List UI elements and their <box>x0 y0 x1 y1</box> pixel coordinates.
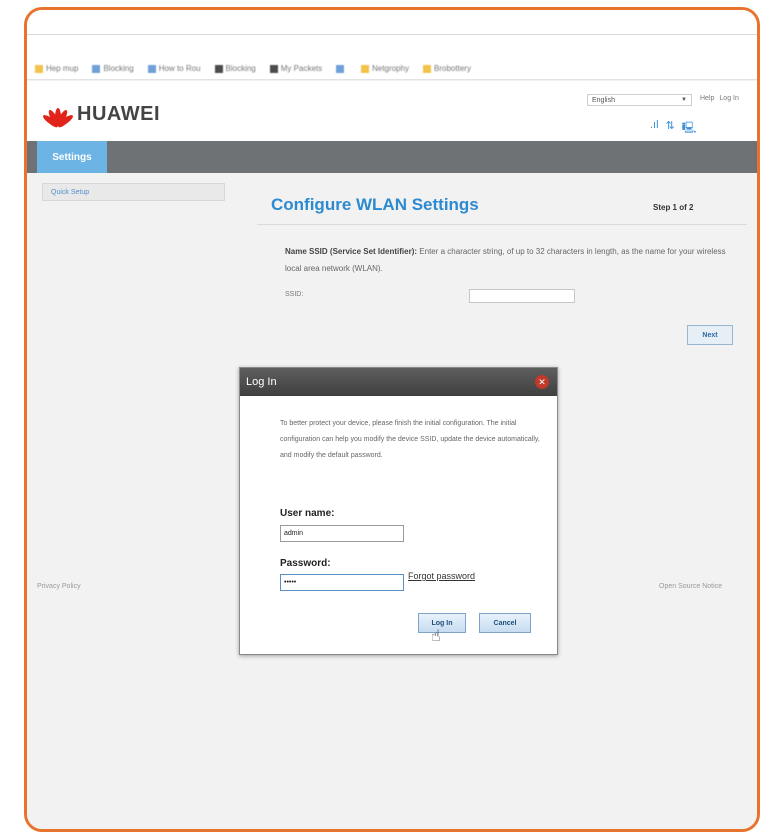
step-indicator: Step 1 of 2 <box>653 203 694 212</box>
bookmark-item[interactable]: Netgrophy <box>361 64 409 73</box>
huawei-logo-icon <box>41 104 75 128</box>
bookmark-label: Blocking <box>225 64 256 73</box>
page-title: Configure WLAN Settings <box>271 195 479 214</box>
sidebar: Quick Setup <box>42 183 225 568</box>
bookmark-item[interactable] <box>336 64 347 73</box>
bookmark-favicon-icon <box>423 64 432 73</box>
bookmark-favicon-icon <box>147 64 156 73</box>
bookmark-label: Brobottery <box>434 64 471 73</box>
ssid-label: SSID: <box>285 291 304 298</box>
bookmark-favicon-icon <box>92 64 101 73</box>
signal-icon: .ıl <box>650 119 659 131</box>
bookmark-favicon-icon <box>269 64 278 73</box>
tab-settings[interactable]: Settings <box>37 141 107 173</box>
close-icon[interactable]: ✕ <box>535 375 549 389</box>
bookmark-favicon-icon <box>214 64 223 73</box>
bookmark-label: Netgrophy <box>372 64 410 73</box>
page-header: HUAWEI English ▼ Help Log In .ıl ⇅ 🖳 <box>27 81 757 145</box>
login-dialog: Log In ✕ To better protect your device, … <box>239 367 558 655</box>
bookmark-favicon-icon <box>361 64 370 73</box>
bookmark-item[interactable]: My Packets <box>269 64 323 73</box>
bookmark-label: My Packets <box>280 64 323 73</box>
bookmark-item[interactable]: Blocking <box>214 64 256 73</box>
login-button[interactable]: Log In <box>418 613 466 633</box>
bookmark-favicon-icon <box>35 64 43 73</box>
open-source-notice-link[interactable]: Open Source Notice <box>659 583 722 590</box>
huawei-logo: HUAWEI <box>41 103 160 128</box>
login-link[interactable]: Log In <box>719 95 738 102</box>
privacy-policy-link[interactable]: Privacy Policy <box>37 583 81 590</box>
help-link[interactable]: Help <box>700 95 714 102</box>
bookmarks-bar: Hep mup Blocking How to Rou Blocking My Pack… <box>27 58 757 80</box>
next-button[interactable]: Next <box>687 325 733 345</box>
sidebar-item-quick-setup[interactable]: Quick Setup <box>42 183 225 201</box>
bookmark-label: Blocking <box>103 64 134 73</box>
bookmark-item[interactable]: Brobottery <box>423 64 471 73</box>
language-value: English <box>592 96 615 104</box>
ssid-description: Name SSID (Service Set Identifier): Ente… <box>285 243 735 277</box>
username-label: User name: <box>280 508 335 519</box>
ssid-description-heading: Name SSID (Service Set Identifier): <box>285 247 418 256</box>
computer-icon: 🖳 <box>681 122 697 134</box>
login-dialog-message: To better protect your device, please fi… <box>280 420 540 459</box>
login-dialog-header: Log In ✕ <box>240 368 557 396</box>
login-dialog-title: Log In <box>246 376 277 388</box>
screenshot-frame: Hep mup Blocking How to Rou Blocking My Pack… <box>24 7 760 832</box>
bookmark-label: How to Rou <box>158 64 201 73</box>
browser-toolbar <box>27 10 757 59</box>
ssid-input[interactable] <box>469 289 575 303</box>
title-divider <box>257 224 747 225</box>
password-input[interactable]: ••••• <box>280 574 404 591</box>
chevron-down-icon: ▼ <box>681 97 687 103</box>
bookmark-item[interactable]: Blocking <box>92 64 134 73</box>
brand-name: HUAWEI <box>77 103 160 125</box>
data-transfer-icon: ⇅ <box>665 120 675 132</box>
hand-cursor-icon: ☝ <box>431 628 441 645</box>
main-nav: Settings <box>27 141 757 173</box>
language-select[interactable]: English ▼ <box>587 94 692 106</box>
bookmark-label: Hep mup <box>46 64 79 73</box>
forgot-password-link[interactable]: Forgot password <box>408 571 475 581</box>
bookmark-item[interactable]: Hep mup <box>35 64 78 73</box>
bookmark-item[interactable]: How to Rou <box>147 64 201 73</box>
username-input[interactable]: admin <box>280 525 404 542</box>
cancel-button[interactable]: Cancel <box>479 613 531 633</box>
bookmark-favicon-icon <box>336 64 345 73</box>
password-label: Password: <box>280 558 331 569</box>
